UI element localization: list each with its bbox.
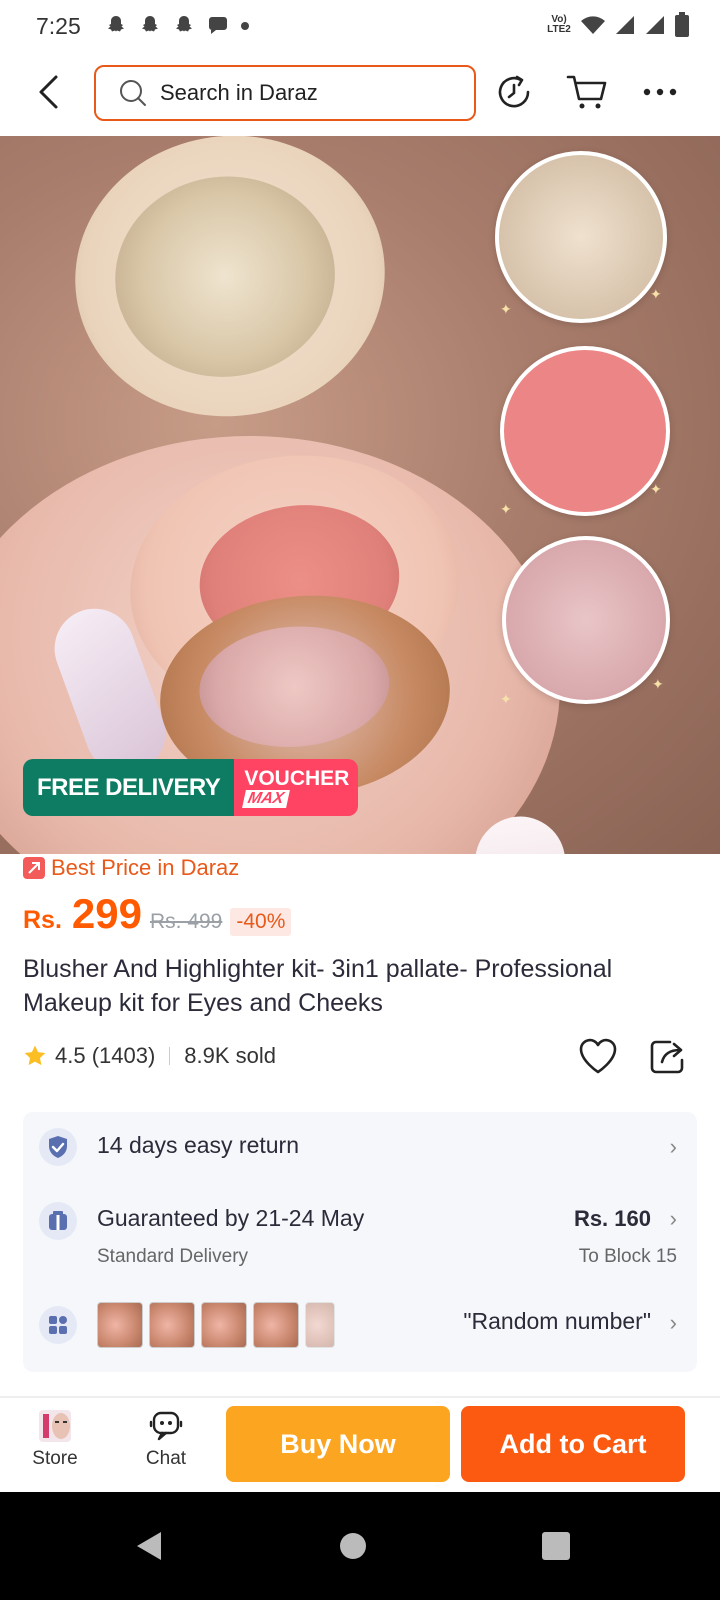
variant-thumbnail[interactable] — [305, 1302, 335, 1348]
sparkle-icon: ✦ — [500, 691, 512, 707]
return-label: 14 days easy return — [97, 1132, 300, 1158]
dot-icon — [241, 22, 249, 30]
swatch-blush — [500, 346, 670, 516]
delivery-box-icon — [39, 1202, 77, 1240]
variant-thumbnail[interactable] — [201, 1302, 247, 1348]
voucher-max-badge: VOUCHER MAX — [234, 759, 359, 816]
variant-thumbnail[interactable] — [149, 1302, 195, 1348]
best-price-tag: Best Price in Daraz — [23, 855, 239, 881]
store-avatar-icon — [39, 1410, 71, 1442]
snapchat-icon — [176, 16, 192, 32]
service-card: 14 days easy return › Guaranteed by 21-2… — [23, 1112, 697, 1372]
product-image[interactable]: ✦ ✦ ✦ ✦ ✦ ✦ FREE DELIVERY VOUCHER MAX — [0, 136, 720, 854]
voucher-max-label: MAX — [242, 789, 290, 808]
status-time: 7:25 — [36, 13, 81, 39]
store-button[interactable]: Store — [15, 1408, 95, 1470]
more-icon — [643, 88, 677, 96]
search-input[interactable]: Search in Daraz — [94, 65, 476, 121]
nav-back-button[interactable] — [126, 1524, 170, 1568]
chat-label: Chat — [145, 1448, 187, 1469]
sparkle-icon: ✦ — [650, 286, 662, 302]
wifi-icon — [581, 16, 605, 34]
nav-back-icon — [137, 1532, 161, 1560]
variant-thumbnail[interactable] — [97, 1302, 143, 1348]
variant-label: "Random number" — [463, 1308, 651, 1334]
delivery-label: Guaranteed by 21-24 May — [97, 1205, 365, 1231]
delivery-destination: To Block 15 — [578, 1246, 677, 1267]
swatch-highlighter — [495, 151, 667, 323]
system-icons: Vo) LTE2 — [546, 12, 690, 38]
price-currency: Rs. — [23, 906, 62, 934]
chat-icon — [149, 1411, 183, 1441]
divider — [169, 1047, 171, 1065]
sparkle-icon: ✦ — [652, 676, 664, 692]
sparkle-icon: ✦ — [500, 301, 512, 317]
store-label: Store — [32, 1448, 78, 1469]
discount-badge: -40% — [230, 908, 292, 936]
delivery-voucher-badge: FREE DELIVERY VOUCHER MAX — [23, 759, 359, 816]
sold-count: 8.9K sold — [184, 1043, 277, 1068]
status-bar: 7:25 Vo) LTE2 — [0, 0, 720, 54]
current-price: 299 — [71, 890, 142, 937]
top-header: Search in Daraz — [0, 54, 720, 136]
rating-row[interactable]: 4.5 (1403) 8.9K sold — [23, 1036, 276, 1076]
grid-icon — [39, 1306, 77, 1344]
notification-icons — [104, 14, 250, 38]
search-placeholder: Search in Daraz — [160, 80, 318, 105]
compact-mirror — [57, 136, 403, 437]
wishlist-heart-icon[interactable] — [577, 1036, 619, 1076]
sparkle-icon: ✦ — [650, 481, 662, 497]
system-nav-bar — [0, 1492, 720, 1600]
rating-value: 4.5 (1403) — [55, 1043, 156, 1068]
chevron-right-icon: › — [669, 1310, 677, 1335]
product-title: Blusher And Highlighter kit- 3in1 pallat… — [23, 955, 613, 1017]
add-to-cart-button[interactable]: Add to Cart — [461, 1406, 685, 1482]
voucher-label: VOUCHER — [244, 766, 350, 790]
history-button[interactable] — [492, 70, 536, 114]
bottom-action-bar: Store Chat Buy Now Add to Cart — [0, 1398, 720, 1492]
snapchat-icon — [142, 16, 158, 32]
cart-button[interactable] — [565, 70, 609, 114]
history-icon — [498, 75, 530, 108]
network-label: Vo) LTE2 — [547, 14, 571, 35]
swatch-shimmer — [502, 536, 670, 704]
variant-thumbnails — [97, 1302, 335, 1348]
price-row: Rs. 299 Rs. 499 -40% — [23, 890, 292, 938]
highlighter-pan — [102, 162, 348, 392]
delivery-type: Standard Delivery — [97, 1246, 249, 1267]
delivery-price: Rs. 160 — [573, 1206, 651, 1231]
free-delivery-badge: FREE DELIVERY — [23, 759, 235, 816]
price-tag-icon — [23, 857, 45, 879]
back-button[interactable] — [26, 70, 70, 114]
cart-icon — [566, 75, 607, 109]
snapchat-icon — [108, 16, 124, 32]
signal-icon — [646, 16, 664, 34]
shield-check-icon — [39, 1128, 77, 1166]
variant-thumbnail[interactable] — [253, 1302, 299, 1348]
nav-home-button[interactable] — [331, 1524, 375, 1568]
more-button[interactable] — [638, 70, 682, 114]
star-icon — [24, 1045, 46, 1066]
original-price: Rs. 499 — [149, 910, 223, 933]
nav-home-icon — [340, 1533, 366, 1559]
buy-now-button[interactable]: Buy Now — [226, 1406, 450, 1482]
back-arrow-icon — [39, 75, 58, 109]
chevron-right-icon: › — [669, 1134, 677, 1159]
search-icon — [120, 80, 146, 106]
battery-icon — [675, 12, 689, 37]
sparkle-icon: ✦ — [500, 501, 512, 517]
chevron-right-icon: › — [669, 1206, 677, 1231]
chat-bubble-icon — [209, 17, 227, 34]
nav-recents-icon — [542, 1532, 570, 1560]
chat-button[interactable]: Chat — [126, 1408, 206, 1470]
share-icon[interactable] — [648, 1036, 688, 1076]
nav-recents-button[interactable] — [534, 1524, 578, 1568]
shimmer-pan — [195, 620, 394, 754]
signal-icon — [616, 16, 634, 34]
best-price-label: Best Price in Daraz — [51, 855, 240, 880]
